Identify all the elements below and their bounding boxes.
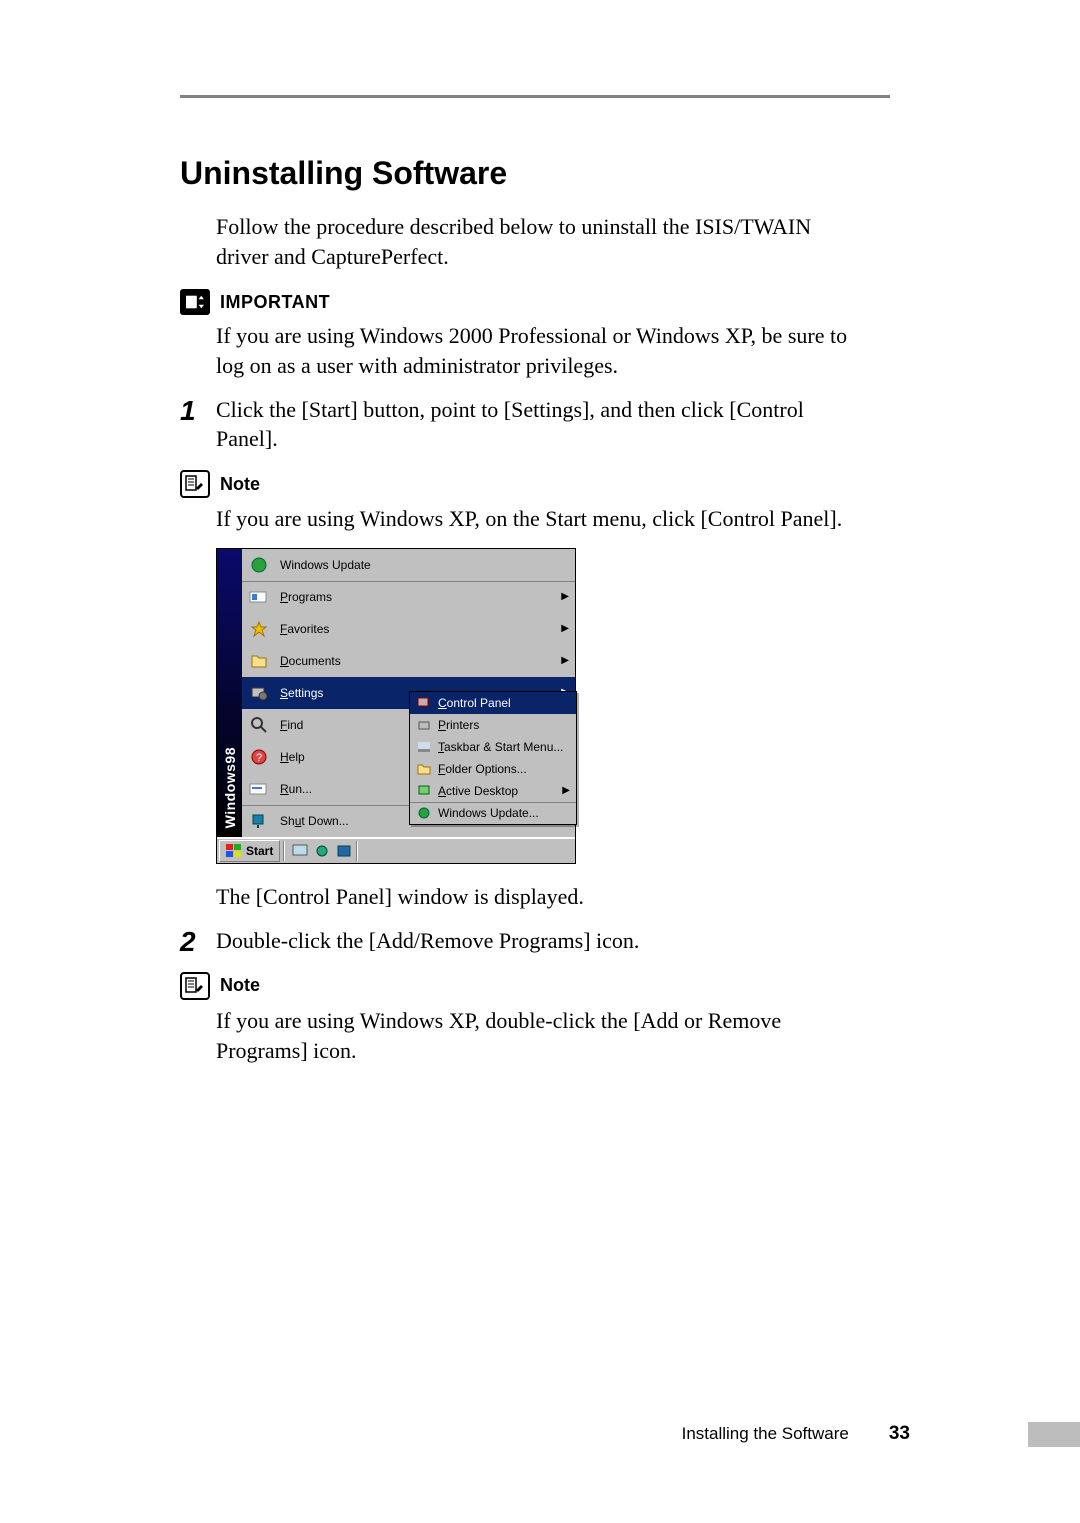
step-1: 1 Click the [Start] button, point to [Se… <box>180 395 960 454</box>
step-1-number: 1 <box>180 397 216 425</box>
submenu-item-windows-update[interactable]: Windows Update... <box>410 802 576 824</box>
run-icon <box>248 778 270 800</box>
start-button-label: Start <box>246 844 273 858</box>
page-heading: Uninstalling Software <box>180 155 960 192</box>
note-1-header: Note <box>180 470 960 498</box>
documents-icon <box>248 650 270 672</box>
menu-item-label: Programs <box>280 590 561 604</box>
note-icon <box>180 972 210 1000</box>
start-button[interactable]: Start <box>219 840 280 862</box>
quicklaunch-desktop-icon[interactable] <box>291 843 309 859</box>
step-1-text: Click the [Start] button, point to [Sett… <box>216 395 856 454</box>
submenu-item-folder-options[interactable]: Folder Options... <box>410 758 576 780</box>
important-label: IMPORTANT <box>220 292 330 313</box>
folder-icon <box>416 761 432 777</box>
submenu-item-taskbar[interactable]: Taskbar & Start Menu... <box>410 736 576 758</box>
intro-paragraph: Follow the procedure described below to … <box>216 212 836 271</box>
startmenu-side-label: Windows98 <box>222 747 238 828</box>
submenu-item-label: Printers <box>438 718 570 732</box>
quick-launch-icons <box>291 843 353 859</box>
menu-item-favorites[interactable]: Favorites ▶ <box>242 613 575 645</box>
submenu-arrow-icon: ▶ <box>561 655 569 666</box>
windows-logo-icon <box>226 844 242 858</box>
important-icon <box>180 289 210 315</box>
menu-item-documents[interactable]: Documents ▶ <box>242 645 575 677</box>
menu-item-label: Windows Update <box>280 558 569 572</box>
menu-item-label: Documents <box>280 654 561 668</box>
step-2-number: 2 <box>180 928 216 956</box>
globe-icon <box>248 554 270 576</box>
find-icon <box>248 714 270 736</box>
submenu-item-active-desktop[interactable]: Active Desktop ▶ <box>410 780 576 802</box>
important-text: If you are using Windows 2000 Profession… <box>216 321 856 380</box>
page-footer: Installing the Software 33 <box>180 1423 910 1445</box>
settings-icon <box>248 682 270 704</box>
submenu-item-control-panel[interactable]: Control Panel <box>410 692 576 714</box>
top-rule <box>180 95 890 98</box>
note-1-label: Note <box>220 474 260 495</box>
submenu-item-label: Active Desktop <box>438 784 562 798</box>
after-image-text: The [Control Panel] window is displayed. <box>216 884 960 910</box>
submenu-item-label: Taskbar & Start Menu... <box>438 740 570 754</box>
menu-item-label: Favorites <box>280 622 561 636</box>
footer-page-number: 33 <box>889 1423 910 1445</box>
svg-text:?: ? <box>256 752 262 764</box>
taskbar-divider <box>356 841 358 861</box>
quicklaunch-outlook-icon[interactable] <box>335 843 353 859</box>
submenu-item-label: Control Panel <box>438 696 570 710</box>
submenu-arrow-icon: ▶ <box>561 623 569 634</box>
taskbar-divider <box>283 841 285 861</box>
startmenu-screenshot: Windows98 Windows Update Programs ▶ Favo… <box>216 548 576 864</box>
important-callout-header: IMPORTANT <box>180 289 960 315</box>
note-2-header: Note <box>180 972 960 1000</box>
submenu-arrow-icon: ▶ <box>561 591 569 602</box>
startmenu-side-strip: Windows98 <box>217 549 242 837</box>
favorites-icon <box>248 618 270 640</box>
programs-icon <box>248 586 270 608</box>
footer-chapter-title: Installing the Software <box>682 1424 849 1444</box>
note-2-label: Note <box>220 975 260 996</box>
step-2-text: Double-click the [Add/Remove Programs] i… <box>216 926 639 956</box>
printers-icon <box>416 717 432 733</box>
menu-item-windows-update[interactable]: Windows Update <box>242 549 575 581</box>
side-tab-marker <box>1028 1422 1080 1447</box>
step-2: 2 Double-click the [Add/Remove Programs]… <box>180 926 960 956</box>
submenu-item-label: Windows Update... <box>438 806 570 820</box>
submenu-arrow-icon: ▶ <box>562 785 570 796</box>
menu-item-programs[interactable]: Programs ▶ <box>242 581 575 613</box>
shutdown-icon <box>248 810 270 832</box>
globe-small-icon <box>416 805 432 821</box>
control-panel-icon <box>416 695 432 711</box>
taskbar: Start <box>217 837 575 863</box>
submenu-item-printers[interactable]: Printers <box>410 714 576 736</box>
startmenu-body: Windows98 Windows Update Programs ▶ Favo… <box>217 549 575 837</box>
submenu-item-label: Folder Options... <box>438 762 570 776</box>
settings-submenu: Control Panel Printers Taskbar & Start M… <box>409 691 577 825</box>
quicklaunch-ie-icon[interactable] <box>313 843 331 859</box>
help-icon: ? <box>248 746 270 768</box>
desktop-icon <box>416 783 432 799</box>
taskbar-icon <box>416 739 432 755</box>
note-1-text: If you are using Windows XP, on the Star… <box>216 504 856 534</box>
document-page: Uninstalling Software Follow the procedu… <box>0 0 1080 1523</box>
note-icon <box>180 470 210 498</box>
note-2-text: If you are using Windows XP, double-clic… <box>216 1006 856 1065</box>
